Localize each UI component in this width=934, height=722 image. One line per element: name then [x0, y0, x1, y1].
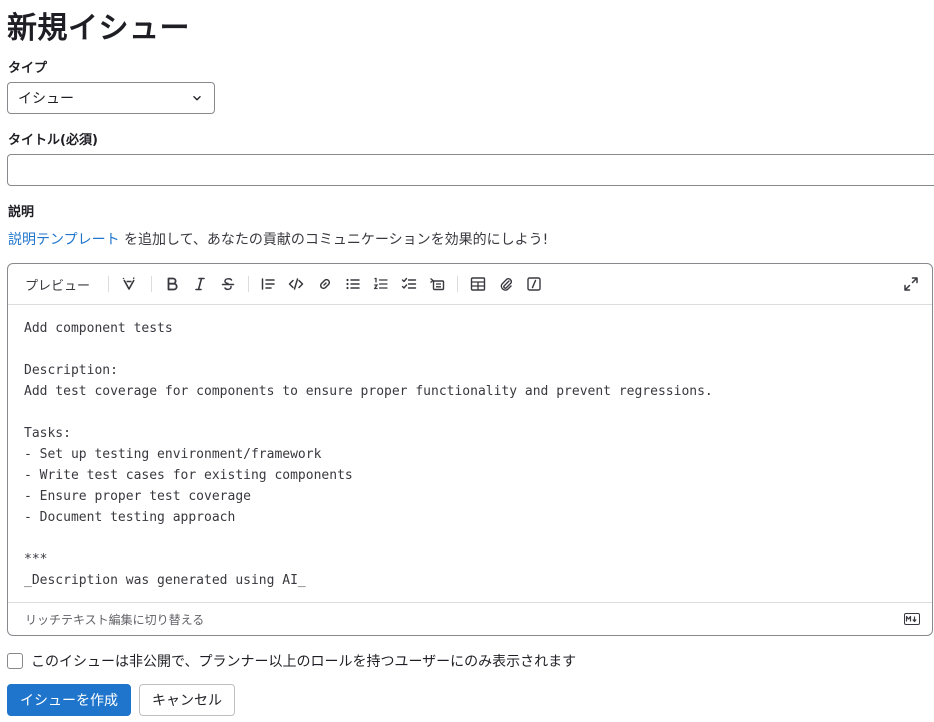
italic-icon[interactable] — [192, 274, 208, 294]
confidential-checkbox[interactable] — [7, 653, 23, 669]
markdown-editor: プレビュー Add component tests Description: A… — [7, 263, 933, 636]
rich-text-switch[interactable]: リッチテキスト編集に切り替える — [25, 611, 204, 628]
strikethrough-icon[interactable] — [220, 274, 236, 294]
toolbar-divider — [151, 276, 152, 292]
ai-icon[interactable] — [121, 274, 137, 294]
task-list-icon[interactable] — [401, 274, 417, 294]
toolbar-divider — [248, 276, 249, 292]
table-icon[interactable] — [470, 274, 486, 294]
title-label: タイトル(必須) — [8, 133, 98, 148]
cancel-button[interactable]: キャンセル — [139, 684, 235, 716]
fullscreen-icon[interactable] — [903, 274, 919, 294]
create-issue-button[interactable]: イシューを作成 — [7, 684, 131, 716]
confidential-row: このイシューは非公開で、プランナー以上のロールを持つユーザーにのみ表示されます — [7, 651, 576, 671]
bulleted-list-icon[interactable] — [345, 274, 361, 294]
code-icon[interactable] — [288, 274, 304, 294]
template-hint-text: を追加して、あなたの貢献のコミュニケーションを効果的にしよう! — [119, 232, 549, 248]
description-template-link[interactable]: 説明テンプレート — [8, 232, 120, 248]
template-hint: 説明テンプレート を追加して、あなたの貢献のコミュニケーションを効果的にしよう! — [8, 229, 548, 249]
slash-command-icon[interactable] — [526, 274, 542, 294]
collapsible-icon[interactable] — [429, 274, 445, 294]
chevron-down-icon — [193, 95, 201, 101]
type-label: タイプ — [8, 61, 48, 76]
editor-footer: リッチテキスト編集に切り替える — [8, 602, 932, 635]
type-select[interactable]: イシュー — [7, 82, 215, 114]
markdown-icon — [904, 613, 920, 625]
bold-icon[interactable] — [164, 274, 180, 294]
quote-icon[interactable] — [260, 274, 276, 294]
page-title: 新規イシュー — [7, 11, 190, 46]
toolbar-divider — [457, 276, 458, 292]
type-select-value: イシュー — [18, 91, 74, 107]
description-label: 説明 — [8, 205, 35, 220]
description-textarea[interactable]: Add component tests Description: Add tes… — [24, 318, 713, 591]
editor-toolbar: プレビュー — [8, 264, 932, 305]
toolbar-divider — [108, 276, 109, 292]
title-input[interactable] — [7, 154, 934, 186]
numbered-list-icon[interactable] — [373, 274, 389, 294]
confidential-label[interactable]: このイシューは非公開で、プランナー以上のロールを持つユーザーにのみ表示されます — [31, 651, 576, 671]
attach-icon[interactable] — [498, 274, 514, 294]
link-icon[interactable] — [317, 274, 333, 294]
preview-tab[interactable]: プレビュー — [25, 274, 90, 294]
